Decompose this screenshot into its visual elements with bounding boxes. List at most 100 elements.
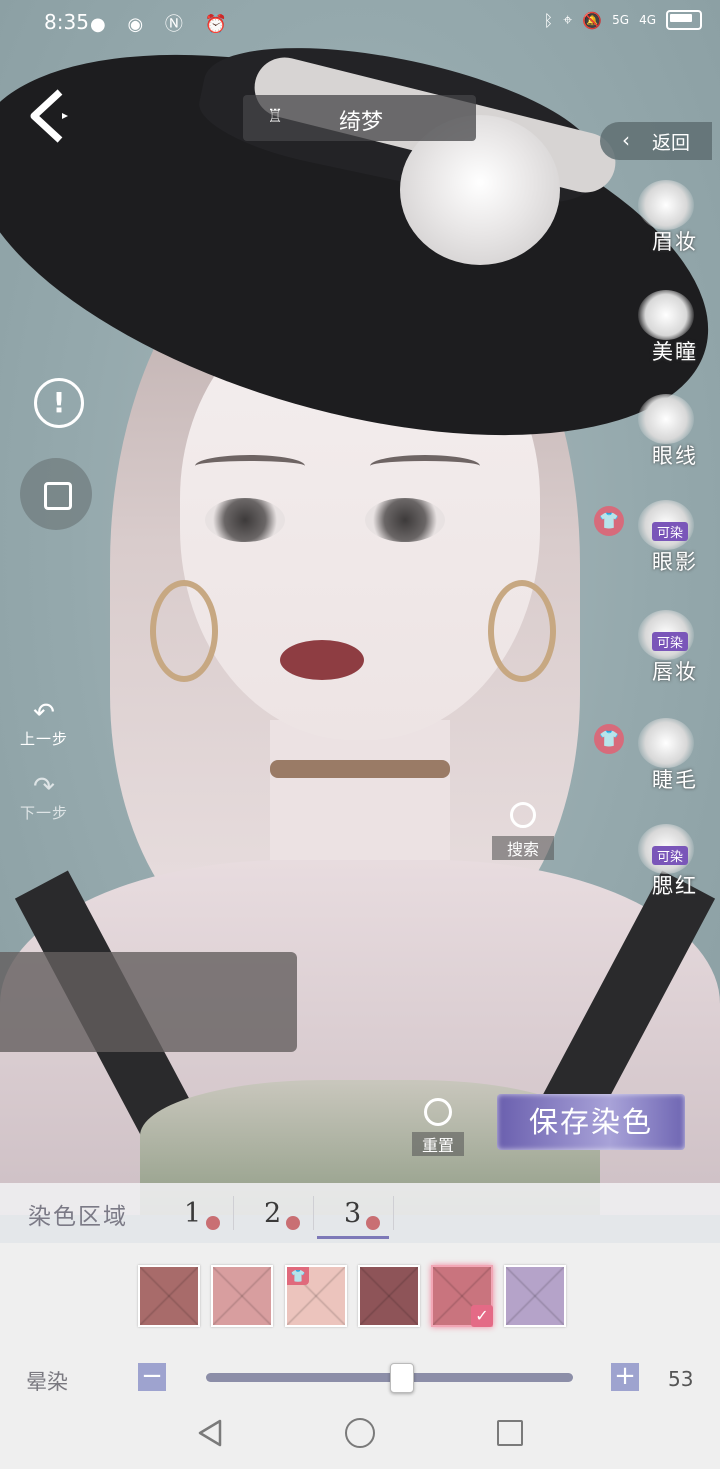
swatch-shading: [213, 1267, 271, 1325]
search-icon: [510, 802, 536, 828]
shirt-icon: 👕: [594, 506, 624, 536]
location-icon: ⌖: [563, 10, 573, 29]
left-earring: [150, 580, 218, 682]
makeup-item[interactable]: 眼线: [612, 390, 712, 480]
undo-button[interactable]: ↶ 上一步: [12, 698, 76, 758]
signal-5g: 5G: [612, 13, 630, 27]
status-time: 8:35: [44, 10, 89, 34]
blend-label: 晕染: [26, 1370, 68, 1394]
makeup-item-label: 睫毛: [652, 768, 698, 792]
left-eyebrow: [195, 455, 305, 477]
return-button[interactable]: ‹ 返回: [600, 122, 712, 160]
nav-back-button[interactable]: [196, 1418, 224, 1448]
tab-divider: [233, 1196, 234, 1230]
character-lips: [280, 640, 364, 680]
wechat-icon: ●: [90, 14, 114, 35]
alarm-icon: ⏰: [204, 14, 236, 35]
shirt-icon: 👕: [287, 1267, 309, 1285]
blend-value: 53: [668, 1367, 694, 1391]
reset-icon: [424, 1098, 452, 1126]
right-earring: [488, 580, 556, 682]
region-color-dot: [286, 1216, 300, 1230]
info-button[interactable]: !: [34, 378, 84, 428]
tab-region-3[interactable]: 3: [338, 1188, 398, 1238]
region-color-dot: [206, 1216, 220, 1230]
return-label: 返回: [652, 132, 691, 154]
tab-region-1[interactable]: 1: [178, 1188, 238, 1238]
color-swatch[interactable]: ✓: [431, 1265, 493, 1327]
makeup-item-label: 眼影: [652, 550, 698, 574]
left-eye: [205, 498, 285, 542]
undo-label: 上一步: [19, 730, 68, 748]
search-button[interactable]: 搜索: [492, 800, 554, 864]
region-color-dot: [366, 1216, 380, 1230]
plus-icon: +: [614, 1361, 636, 1391]
status-bar: 8:35 ● ◉ Ⓝ ⏰ ᛒ ⌖ 🔕 5G 4G: [0, 0, 720, 44]
tab-number: 3: [344, 1198, 362, 1229]
makeup-item[interactable]: 可染 唇妆: [612, 606, 712, 696]
nfc-icon: Ⓝ: [164, 14, 191, 35]
active-tab-indicator: [317, 1236, 389, 1239]
dress-icon: ♖: [267, 106, 284, 127]
makeup-item-label: 腮红: [652, 874, 698, 898]
search-label: 搜索: [492, 836, 554, 860]
back-arrow-button[interactable]: [22, 86, 82, 146]
dyeable-tag: 可染: [652, 522, 689, 541]
outfit-name: 绮梦: [339, 110, 384, 135]
redo-label: 下一步: [19, 804, 68, 822]
redo-button[interactable]: ↷ 下一步: [12, 772, 76, 832]
color-swatch[interactable]: [504, 1265, 566, 1327]
eye-icon: ◉: [127, 14, 152, 35]
decrease-button[interactable]: −: [138, 1363, 166, 1391]
makeup-item-label: 眼线: [652, 444, 698, 468]
bluetooth-icon: ᛒ: [543, 10, 554, 30]
hide-ui-button[interactable]: [20, 458, 92, 530]
check-icon: ✓: [471, 1305, 493, 1327]
increase-button[interactable]: +: [611, 1363, 639, 1391]
save-dye-button[interactable]: 保存染色: [497, 1094, 685, 1150]
reset-button[interactable]: 重置: [412, 1096, 464, 1156]
chevron-left-icon: ‹: [622, 128, 630, 152]
status-right-icons: ᛒ ⌖ 🔕 5G 4G: [544, 10, 702, 30]
makeup-item[interactable]: 可染 眼影: [612, 496, 712, 586]
tab-divider: [313, 1196, 314, 1230]
color-swatch[interactable]: 👕: [285, 1265, 347, 1327]
nav-recents-button[interactable]: [497, 1420, 523, 1446]
nav-home-button[interactable]: [345, 1418, 375, 1448]
color-swatch[interactable]: [138, 1265, 200, 1327]
minus-icon: −: [141, 1361, 163, 1391]
shirt-icon: 👕: [594, 724, 624, 754]
dyeable-tag: 可染: [652, 846, 689, 865]
makeup-item[interactable]: 睫毛: [612, 714, 712, 804]
character-neck: [270, 720, 450, 860]
right-eye: [365, 498, 445, 542]
makeup-item[interactable]: 可染 腮红: [612, 820, 712, 910]
makeup-item-label: 美瞳: [652, 340, 698, 364]
battery-icon: [666, 10, 702, 30]
dyeable-tag: 可染: [652, 632, 689, 651]
swatch-shading: [360, 1267, 418, 1325]
outfit-name-plate[interactable]: ♖ 绮梦: [243, 95, 476, 141]
color-swatch[interactable]: [358, 1265, 420, 1327]
makeup-item-label: 唇妆: [652, 660, 698, 684]
makeup-item-icon: [638, 290, 694, 340]
tab-divider: [393, 1196, 394, 1230]
makeup-item-icon: [638, 180, 694, 230]
makeup-item[interactable]: 眉妆: [612, 176, 712, 266]
makeup-item-icon: [638, 718, 694, 768]
exclamation-icon: !: [52, 386, 66, 419]
mute-icon: 🔕: [582, 10, 603, 30]
makeup-item-icon: [638, 394, 694, 444]
choker-necklace: [270, 760, 450, 778]
status-left-icons: ● ◉ Ⓝ ⏰: [90, 10, 235, 36]
makeup-item[interactable]: 美瞳: [612, 286, 712, 376]
undo-icon: ↶: [33, 698, 55, 728]
blend-slider-thumb[interactable]: [389, 1363, 414, 1393]
tab-region-2[interactable]: 2: [258, 1188, 318, 1238]
redo-icon: ↷: [33, 772, 55, 802]
info-overlay-panel: [0, 952, 297, 1052]
color-swatch[interactable]: [211, 1265, 273, 1327]
tab-number: 2: [264, 1198, 282, 1229]
chevron-left-icon: [30, 89, 68, 143]
signal-4g: 4G: [639, 13, 656, 27]
